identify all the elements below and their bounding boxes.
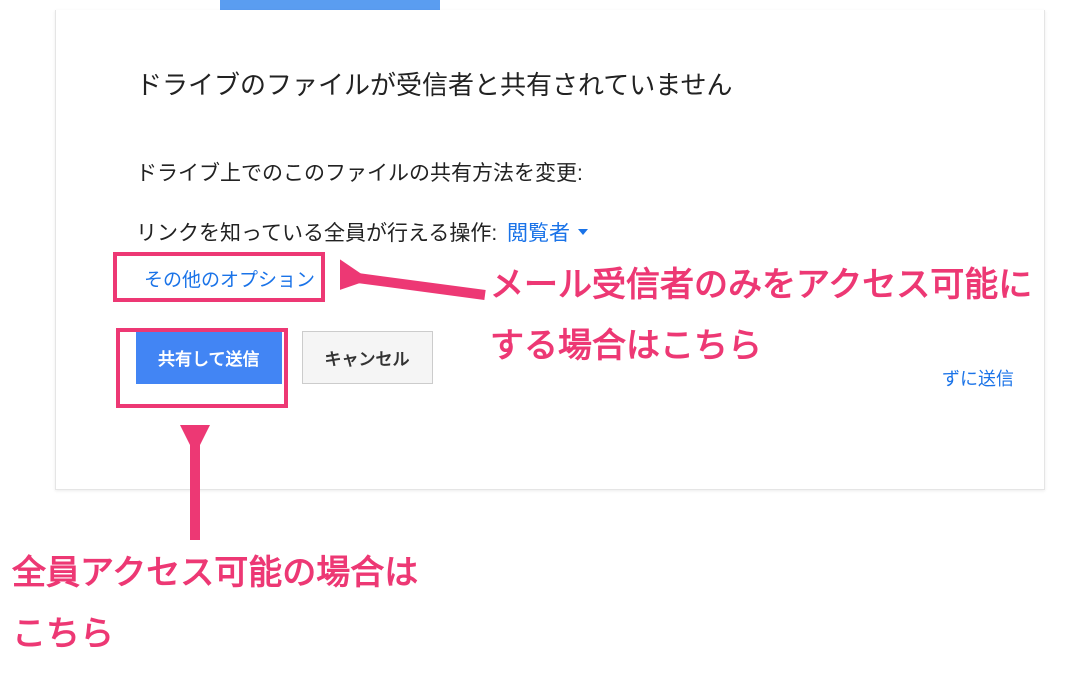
dialog-subtitle: ドライブ上でのこのファイルの共有方法を変更: bbox=[136, 157, 964, 187]
share-and-send-button[interactable]: 共有して送信 bbox=[136, 331, 282, 384]
other-options-link[interactable]: その他のオプション bbox=[136, 261, 323, 296]
send-without-share-link[interactable]: ずに送信 bbox=[942, 365, 1014, 391]
link-access-row: リンクを知っている全員が行える操作: 閲覧者 bbox=[136, 217, 964, 247]
chevron-down-icon bbox=[578, 229, 588, 235]
annotation-text-bottom: 全員アクセス可能の場合はこちら bbox=[12, 543, 452, 665]
cancel-button[interactable]: キャンセル bbox=[302, 331, 433, 384]
link-access-label: リンクを知っている全員が行える操作: bbox=[136, 222, 497, 245]
permission-dropdown-value: 閲覧者 bbox=[507, 217, 570, 247]
dialog-title: ドライブのファイルが受信者と共有されていません bbox=[136, 65, 964, 102]
dialog-button-row: 共有して送信 キャンセル bbox=[136, 331, 964, 384]
permission-dropdown[interactable]: 閲覧者 bbox=[507, 217, 588, 247]
share-dialog: ドライブのファイルが受信者と共有されていません ドライブ上でのこのファイルの共有… bbox=[55, 10, 1045, 490]
